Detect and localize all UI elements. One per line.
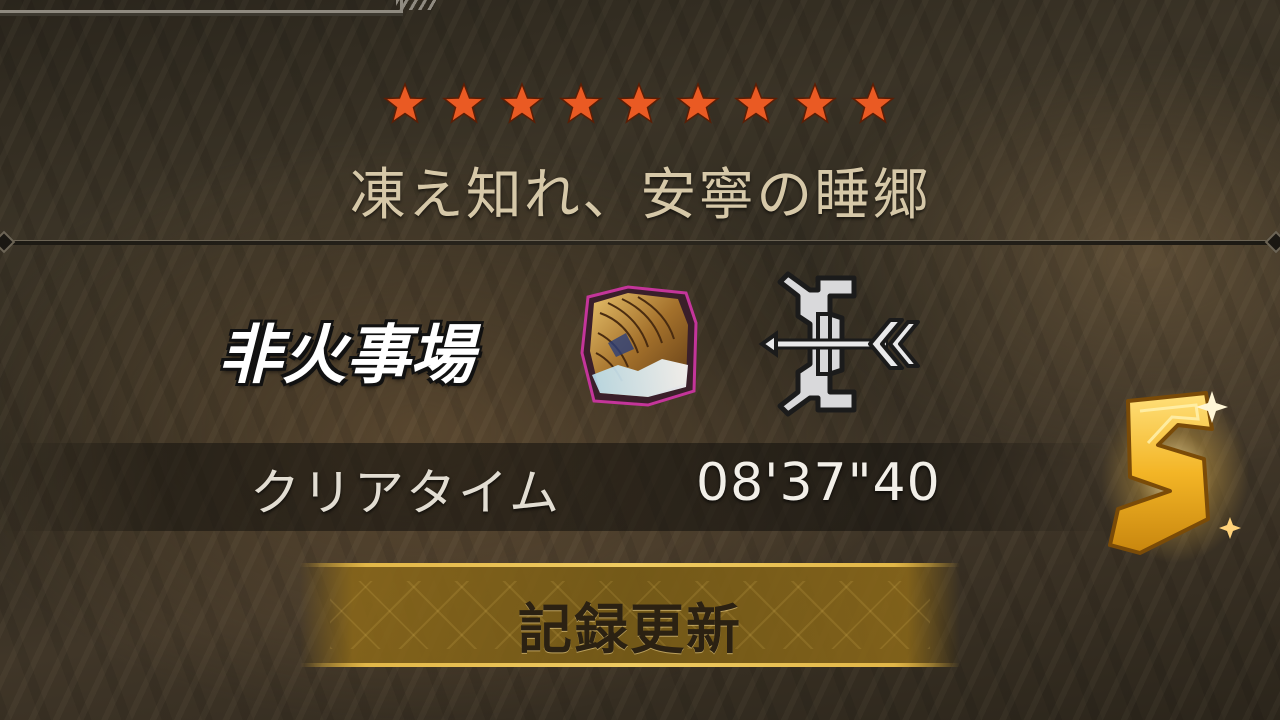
record-banner: 記録更新	[300, 563, 960, 667]
divider-ornament-right	[1264, 230, 1280, 254]
record-label: 記録更新	[518, 598, 742, 661]
quest-star-rating	[383, 80, 895, 128]
clear-time-value: 08'37"40	[696, 453, 941, 513]
star-icon	[617, 82, 661, 124]
star-icon	[675, 82, 720, 124]
bow-icon	[758, 271, 920, 417]
star-icon	[734, 82, 778, 124]
star-icon	[383, 82, 427, 124]
quest-title: 凍え知れ、安寧の睡郷	[349, 163, 931, 228]
star-icon	[792, 82, 837, 124]
divider-ornament-left	[0, 230, 16, 254]
rank-letter: S	[1100, 385, 1101, 386]
clear-time-label: クリアタイム	[250, 464, 561, 522]
star-icon	[851, 82, 895, 124]
rank-badge: S	[1100, 385, 1249, 563]
player-name: 非火事場	[218, 319, 474, 393]
star-icon	[441, 82, 486, 124]
divider	[0, 240, 1280, 245]
top-frame-border	[0, 0, 403, 13]
star-icon	[558, 82, 603, 124]
armor-set-icon	[580, 285, 698, 407]
star-icon	[500, 82, 544, 124]
top-frame-hatch	[396, 0, 436, 10]
